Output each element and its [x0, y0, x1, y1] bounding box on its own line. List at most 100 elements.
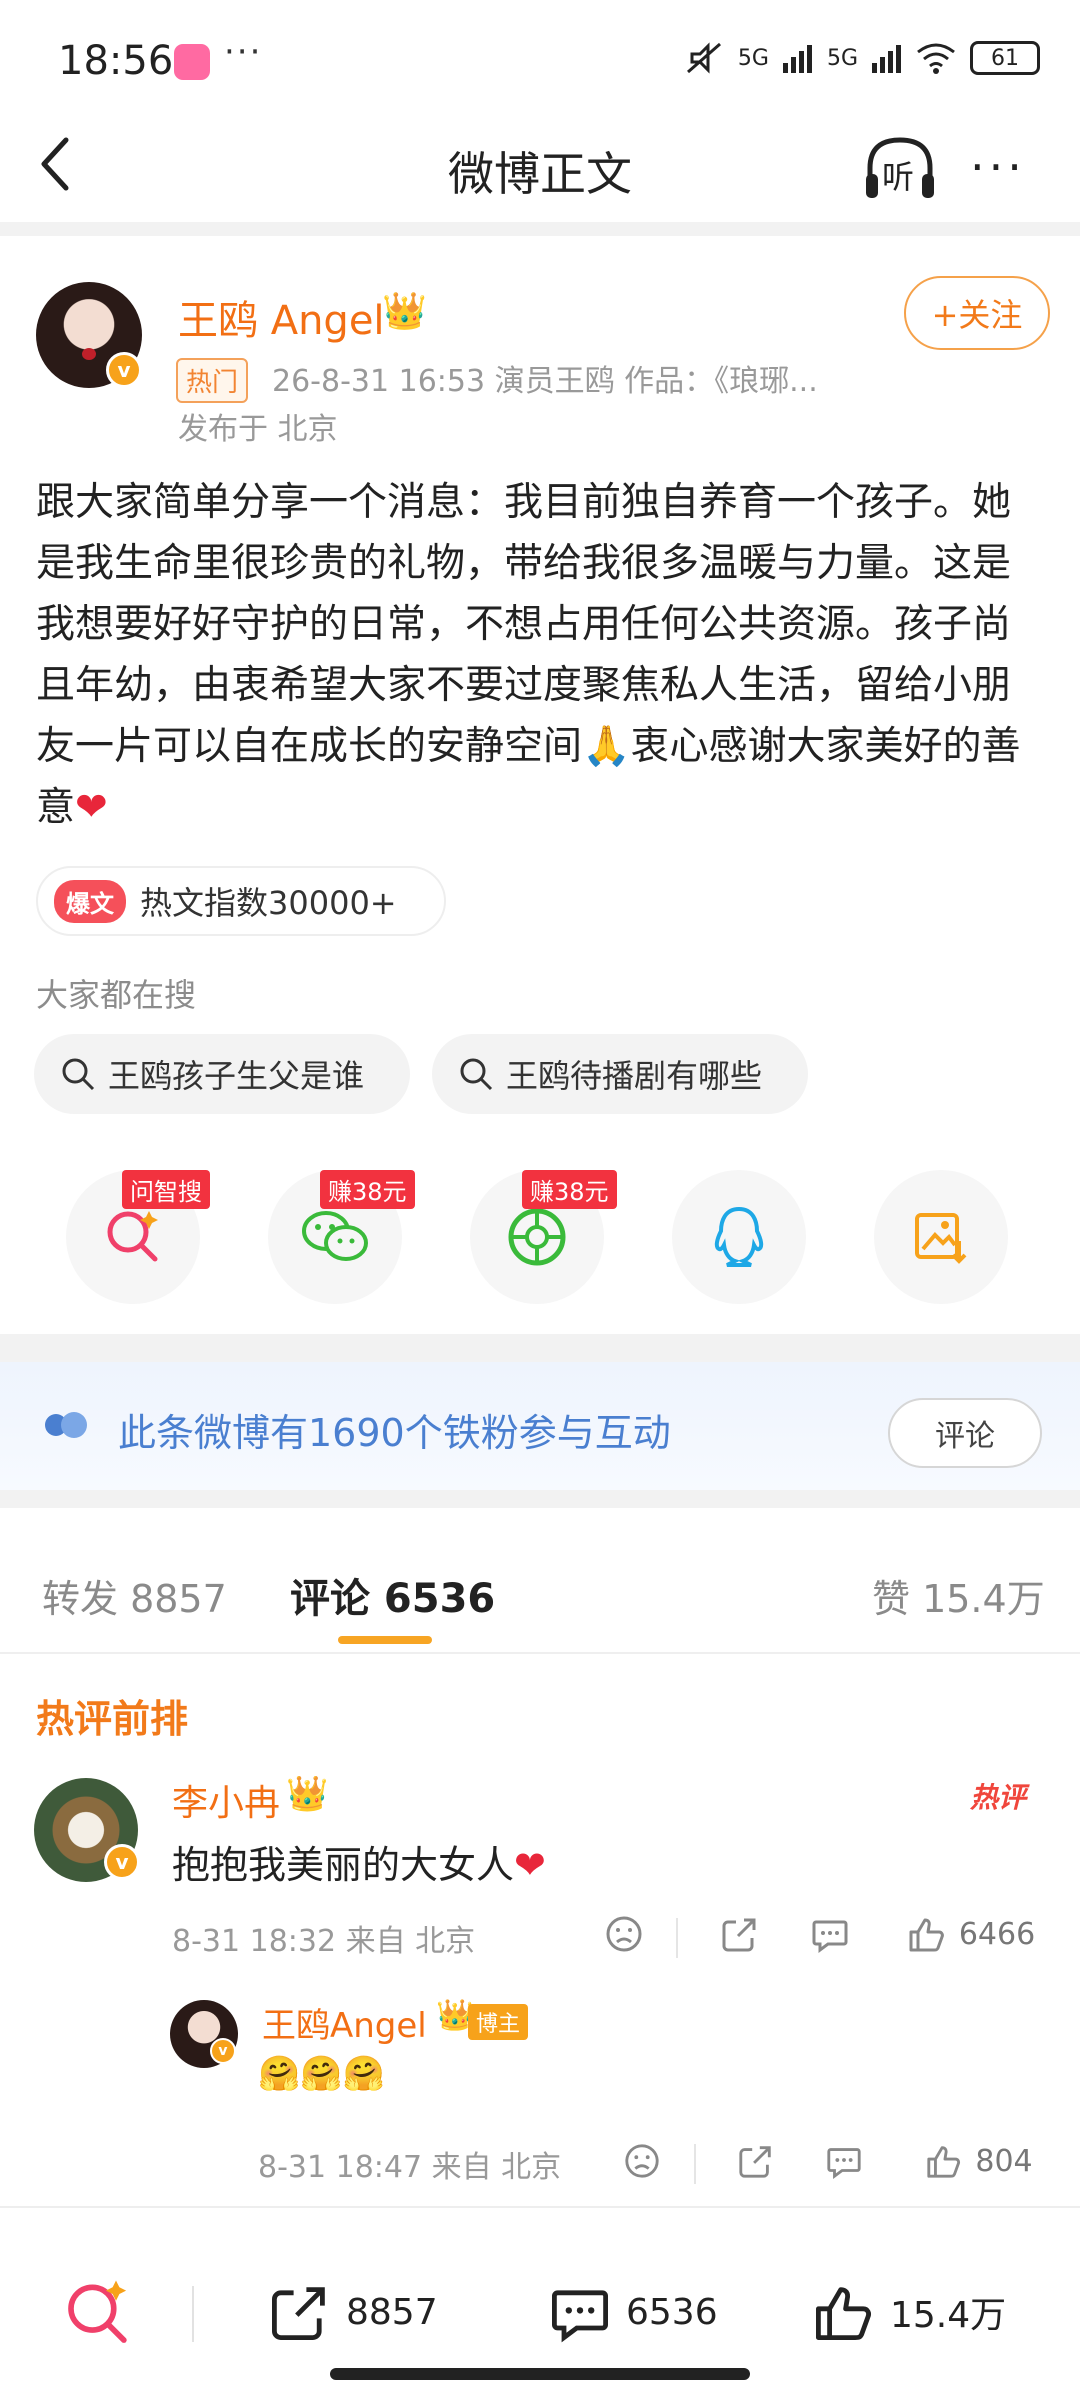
signal-icon: [782, 45, 812, 73]
more-options-icon[interactable]: ···: [970, 140, 1026, 194]
fans-interaction-text: 此条微博有1690个铁粉参与互动: [118, 1411, 671, 1455]
comment-share-button[interactable]: [712, 1908, 768, 1960]
dislike-face-icon: [606, 1916, 642, 1952]
listen-button[interactable]: 听: [862, 132, 938, 202]
commenter-name[interactable]: 李小冉: [172, 1774, 280, 1826]
zhisou-search-icon: [107, 1211, 158, 1262]
fans-icon: [45, 1412, 87, 1438]
fans-interaction-banner[interactable]: 此条微博有1690个铁粉参与互动 评论: [0, 1362, 1080, 1490]
dislike-face-icon: [625, 2144, 659, 2178]
bottom-comment-count: 6536: [626, 2291, 718, 2333]
reply-like-count: 804: [975, 2143, 1033, 2179]
reply-comment-button[interactable]: [816, 2136, 872, 2186]
listen-label: 听: [882, 158, 915, 196]
search-chip[interactable]: 王鸥孩子生父是谁: [34, 1034, 410, 1114]
reply-meta: 8-31 18:47 来自 北京: [258, 2150, 562, 2185]
tabs-bar: 转发 8857 评论 6536 赞 15.4万: [0, 1506, 1080, 1654]
comment-icon: [812, 1920, 848, 1953]
hot-comments-heading: 热评前排: [36, 1697, 189, 1741]
share-tag: 赚38元: [320, 1170, 415, 1209]
thumbs-up-icon: [909, 1918, 944, 1952]
author-name[interactable]: 王鸥 Angel: [178, 288, 385, 346]
post-location: 发布于 北京: [178, 412, 338, 447]
bottom-action-bar: 8857 6536 15.4万: [0, 2206, 1080, 2400]
qq-share-button[interactable]: [672, 1170, 806, 1304]
search-icon: [460, 1058, 493, 1091]
crown-vip-icon: 👑: [382, 291, 427, 332]
comment-like-count: 6466: [958, 1916, 1036, 1952]
wifi-icon: [917, 43, 955, 74]
bottom-repost-count: 8857: [346, 2291, 438, 2333]
thumbs-up-icon: [927, 2146, 961, 2178]
bottom-comment-button[interactable]: 6536: [548, 2272, 718, 2352]
nav-bar: 微博正文 听 ···: [0, 120, 1080, 225]
tab-comment[interactable]: 评论 6536: [290, 1566, 495, 1624]
heart-emoji: ❤: [75, 785, 108, 830]
save-image-icon: [915, 1213, 967, 1264]
author-badge: 博主: [468, 2004, 529, 2040]
home-indicator[interactable]: [330, 2368, 750, 2380]
hot-tag: 热门: [176, 358, 249, 403]
post-meta: 26-8-31 16:53 演员王鸥 作品：《琅琊...: [272, 364, 818, 399]
divider: [676, 1918, 678, 1958]
reply-share-button[interactable]: [728, 2136, 784, 2186]
thumbs-up-icon: [816, 2287, 871, 2340]
comment-like-button[interactable]: 6466: [896, 1908, 1046, 1960]
search-chip[interactable]: 王鸥待播剧有哪些: [432, 1034, 808, 1114]
mute-icon: [686, 42, 721, 74]
heart-emoji: ❤: [514, 1843, 546, 1887]
network-5g-2: 5G: [826, 45, 858, 71]
divider: [694, 2144, 696, 2184]
save-image-button[interactable]: [874, 1170, 1008, 1304]
divider: [0, 222, 1080, 236]
share-icon: [272, 2287, 325, 2340]
search-chip-label: 王鸥孩子生父是谁: [108, 1057, 365, 1095]
post-text: 跟大家简单分享一个消息：我目前独自养育一个孩子。她是我生命里很珍贵的礼物，带给我…: [36, 472, 1046, 838]
dislike-button[interactable]: [614, 2136, 670, 2186]
crown-vip-icon: 👑: [286, 1774, 329, 1814]
status-icons: 5G 5G 61: [684, 40, 1040, 76]
comment-text: 抱抱我美丽的大女人❤: [172, 1834, 546, 1889]
trending-search-heading: 大家都在搜: [36, 976, 197, 1014]
zhisou-search-icon: [68, 2280, 127, 2343]
status-more-icon: ···: [224, 32, 263, 72]
hot-comment-badge: 热评: [970, 1781, 1027, 1814]
verified-badge-icon: v: [210, 2038, 236, 2064]
fans-comment-button[interactable]: 评论: [888, 1398, 1042, 1468]
wechat-icon: [302, 1211, 368, 1261]
share-icon: [722, 1918, 756, 1952]
verified-badge-icon: v: [104, 1844, 140, 1880]
share-tag: 赚38元: [522, 1170, 617, 1209]
status-time: 18:56: [58, 38, 174, 84]
comment-meta: 8-31 18:32 来自 北京: [172, 1924, 476, 1959]
hot-index-pill[interactable]: 爆文 热文指数30000+: [36, 866, 446, 936]
signal-icon: [872, 45, 901, 73]
comment-body: 抱抱我美丽的大女人: [172, 1843, 515, 1887]
status-bar: 18:56 ··· 5G 5G 61: [0, 0, 1080, 120]
divider: [0, 1334, 1080, 1362]
tab-active-indicator: [338, 1636, 432, 1644]
verified-badge-icon: v: [106, 352, 142, 388]
share-icon: [739, 2146, 771, 2178]
bottom-like-button[interactable]: 15.4万: [812, 2272, 1006, 2352]
battery-level: 61: [991, 45, 1019, 71]
bilibili-app-icon: [174, 44, 210, 80]
comment-reply-button[interactable]: [802, 1908, 858, 1960]
search-icon: [62, 1058, 95, 1091]
dislike-button[interactable]: [596, 1908, 652, 1960]
reply-text: 🤗🤗🤗: [258, 2054, 386, 2094]
divider: [192, 2286, 194, 2342]
battery-icon: 61: [970, 41, 1040, 75]
follow-button[interactable]: +关注: [904, 276, 1050, 350]
bottom-zhisou-button[interactable]: [62, 2272, 134, 2352]
hot-index-text: 热文指数30000+: [140, 884, 397, 922]
moments-icon: [508, 1208, 566, 1266]
network-5g-1: 5G: [737, 45, 769, 71]
tab-repost[interactable]: 转发 8857: [42, 1568, 227, 1623]
tab-like[interactable]: 赞 15.4万: [872, 1568, 1045, 1623]
bottom-repost-button[interactable]: 8857: [268, 2272, 438, 2352]
qq-icon: [714, 1206, 764, 1267]
reply-author-name[interactable]: 王鸥Angel: [262, 1998, 427, 2047]
reply-like-button[interactable]: 804: [912, 2136, 1046, 2186]
share-tag: 问智搜: [122, 1170, 210, 1209]
